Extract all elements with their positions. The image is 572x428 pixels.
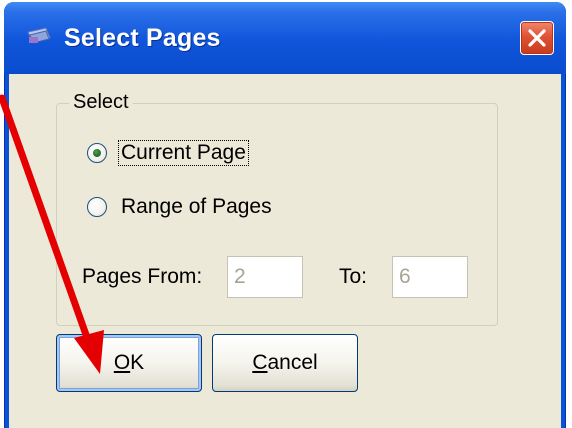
- ok-button[interactable]: OK: [56, 334, 202, 392]
- title-bar[interactable]: Select Pages: [4, 2, 566, 74]
- pages-from-label: Pages From:: [82, 265, 203, 288]
- ok-mnemonic: O: [113, 351, 131, 374]
- pages-to-input[interactable]: 6: [392, 256, 468, 298]
- cancel-mnemonic: C: [252, 351, 268, 374]
- radio-range-of-pages[interactable]: Range of Pages: [87, 192, 274, 222]
- pages-from-input[interactable]: 2: [227, 256, 303, 298]
- app-icon: [27, 27, 51, 44]
- radio-current-page-label[interactable]: Current Page: [118, 140, 249, 166]
- radio-range-of-pages-circle[interactable]: [87, 197, 107, 217]
- ok-label-rest: K: [130, 351, 145, 374]
- select-group-label: Select: [69, 91, 133, 113]
- dialog-body: Select Current Page Range of Pages Pages…: [9, 74, 561, 428]
- select-pages-dialog: Select Pages Select Current Page Range o…: [4, 2, 566, 428]
- close-icon: [528, 29, 546, 47]
- radio-current-page-circle[interactable]: [87, 143, 107, 163]
- close-button[interactable]: [520, 21, 554, 55]
- radio-range-of-pages-label[interactable]: Range of Pages: [119, 195, 274, 219]
- radio-selected-dot: [93, 149, 101, 157]
- cancel-label-rest: ancel: [267, 351, 318, 374]
- screenshot-stage: Select Pages Select Current Page Range o…: [0, 0, 572, 428]
- pages-to-label: To:: [339, 265, 368, 288]
- cancel-button[interactable]: Cancel: [212, 334, 358, 392]
- dialog-title: Select Pages: [64, 24, 221, 52]
- radio-current-page[interactable]: Current Page: [87, 138, 249, 168]
